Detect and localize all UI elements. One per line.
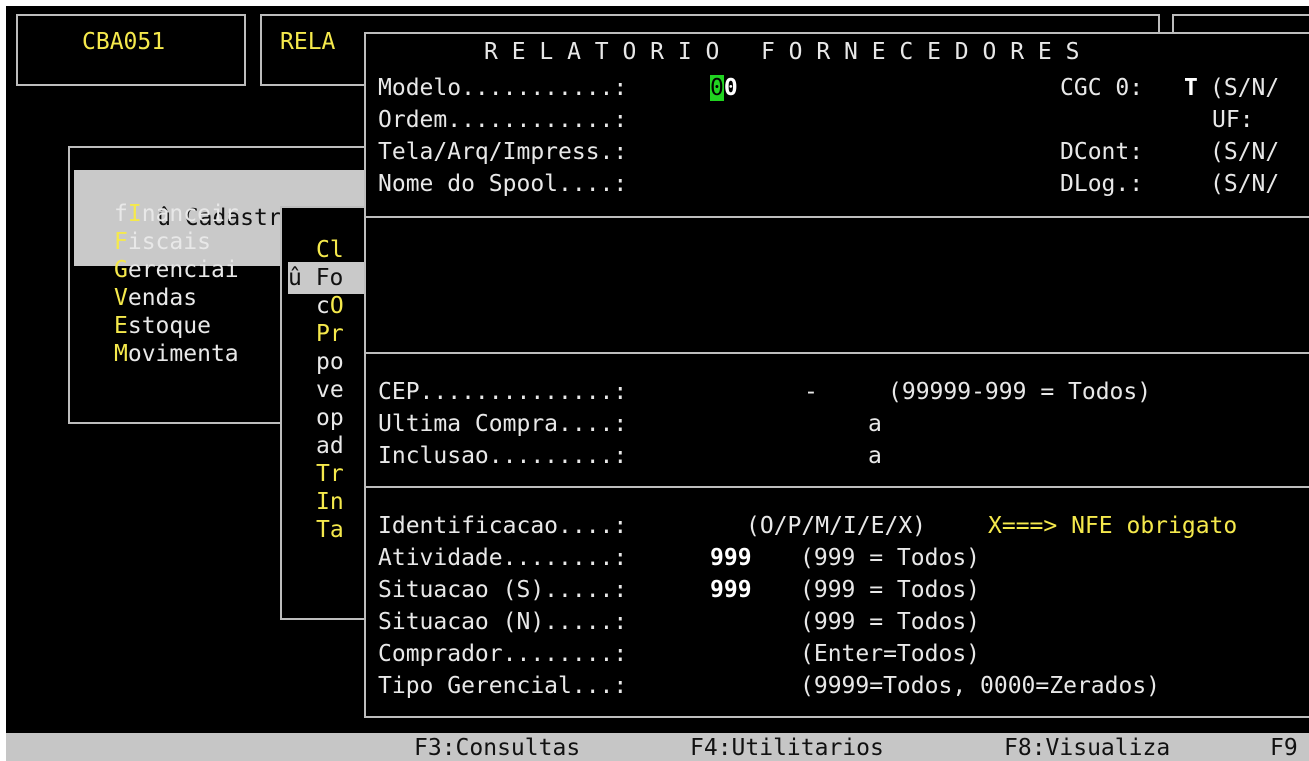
f3-consultas[interactable]: F3:Consultas (414, 733, 580, 761)
modelo-field[interactable]: 00 (710, 72, 738, 104)
modelo-label: Modelo...........: (378, 75, 628, 101)
cgc-field[interactable]: T (1184, 72, 1198, 104)
menu-item-gerenciais-hotkey: G (114, 257, 128, 283)
menu-item-financeiro-pre: f (114, 201, 128, 227)
ordem-label: Ordem............: (378, 107, 628, 133)
submenu-item-co-pre: c (316, 293, 330, 319)
atividade-label: Atividade........: (378, 545, 628, 571)
f4-utilitarios[interactable]: F4:Utilitarios (690, 733, 884, 761)
menu-item-fiscais-label: iscais (127, 229, 211, 255)
modelo-cursor: 0 (710, 75, 724, 101)
ultima-compra-sep[interactable]: a (868, 408, 882, 440)
identificacao-hint: (O/P/M/I/E/X) (746, 513, 927, 539)
submenu-item-po-label: po (316, 349, 344, 375)
divider-1 (366, 216, 1309, 218)
cep-hint: (99999-999 = Todos) (888, 379, 1152, 405)
cgc-label: CGC 0: (1060, 75, 1144, 101)
situacao-n-label: Situacao (N).....: (378, 609, 628, 635)
tab-cba051[interactable]: CBA051 (16, 14, 246, 86)
menu-item-fiscais-hotkey: F (114, 229, 128, 255)
menu-item-movimenta-label: ovimenta (127, 341, 239, 367)
menu-item-financeiro-label: nanceir (141, 201, 239, 227)
atividade-field[interactable]: 999 (710, 542, 752, 574)
dlog-hint: (S/N/ (1210, 171, 1280, 197)
tab-rela-label: RELA (280, 29, 336, 55)
inclusao-sep[interactable]: a (868, 440, 882, 472)
submenu-item-tr-hotkey: Tr (316, 461, 344, 487)
dcont-label: DCont: (1060, 139, 1144, 165)
menu-item-estoque-hotkey: E (114, 313, 128, 339)
uf-label: UF: (1212, 107, 1254, 133)
submenu-item-fo-label: Fo (315, 265, 344, 291)
submenu-item-pr-hotkey: Pr (316, 321, 344, 347)
dlog-label: DLog.: (1060, 171, 1144, 197)
dialog-title: R E L A T O R I O F O R N E C E D O R E … (484, 39, 1080, 65)
situacao-n-hint: (999 = Todos) (800, 609, 981, 635)
submenu-item-cl-hotkey: Cl (316, 237, 344, 263)
submenu-item-ta-hotkey: Ta (316, 517, 344, 543)
terminal-screen: CBA051 RELA û Cadastros fInanceir Fiscai… (6, 6, 1309, 733)
divider-2 (366, 352, 1309, 354)
identificacao-label: Identificacao....: (378, 513, 628, 539)
divider-3 (366, 486, 1309, 488)
tipo-gerencial-hint: (9999=Todos, 0000=Zerados) (800, 673, 1161, 699)
submenu-item-fo-marker: û (288, 265, 316, 291)
situacao-s-field[interactable]: 999 (710, 574, 752, 606)
modelo-value: 0 (723, 75, 738, 101)
submenu-item-ve-label: ve (316, 377, 344, 403)
submenu-item-in-hotkey: In (316, 489, 344, 515)
comprador-hint: (Enter=Todos) (800, 641, 981, 667)
spool-label: Nome do Spool....: (378, 171, 628, 197)
tipo-gerencial-label: Tipo Gerencial...: (378, 673, 628, 699)
submenu-item-ta[interactable]: Ta (316, 514, 344, 546)
submenu-item-co-hotkey: O (329, 293, 344, 319)
submenu-item-ad-label: ad (316, 433, 344, 459)
tab-cba051-label: CBA051 (82, 29, 166, 55)
menu-item-vendas-hotkey: V (114, 285, 128, 311)
menu-item-estoque-label: stoque (127, 313, 211, 339)
identificacao-note: X===> NFE obrigato (988, 513, 1238, 539)
menu-item-financeiro-hotkey: I (127, 201, 142, 227)
cep-dash[interactable]: - (804, 376, 818, 408)
menu-item-movimenta-hotkey: M (114, 341, 128, 367)
cgc-hint: (S/N/ (1210, 75, 1280, 101)
cep-label: CEP..............: (378, 379, 628, 405)
f9-key[interactable]: F9 (1270, 733, 1298, 761)
f8-visualiza[interactable]: F8:Visualiza (1004, 733, 1170, 761)
function-key-bar: F3:Consultas F4:Utilitarios F8:Visualiza… (6, 733, 1309, 761)
situacao-s-label: Situacao (S).....: (378, 577, 628, 603)
menu-item-movimenta[interactable]: Movimenta (114, 338, 239, 370)
comprador-label: Comprador........: (378, 641, 628, 667)
atividade-hint: (999 = Todos) (800, 545, 981, 571)
menu-item-gerenciais-label: erenciai (127, 257, 239, 283)
submenu-item-op-label: op (316, 405, 344, 431)
inclusao-label: Inclusao.........: (378, 443, 628, 469)
dcont-hint: (S/N/ (1210, 139, 1280, 165)
situacao-s-hint: (999 = Todos) (800, 577, 981, 603)
relatorio-fornecedores-dialog: R E L A T O R I O F O R N E C E D O R E … (364, 32, 1309, 718)
ultima-compra-label: Ultima Compra....: (378, 411, 628, 437)
tela-label: Tela/Arq/Impress.: (378, 139, 628, 165)
menu-item-vendas-label: endas (127, 285, 198, 311)
